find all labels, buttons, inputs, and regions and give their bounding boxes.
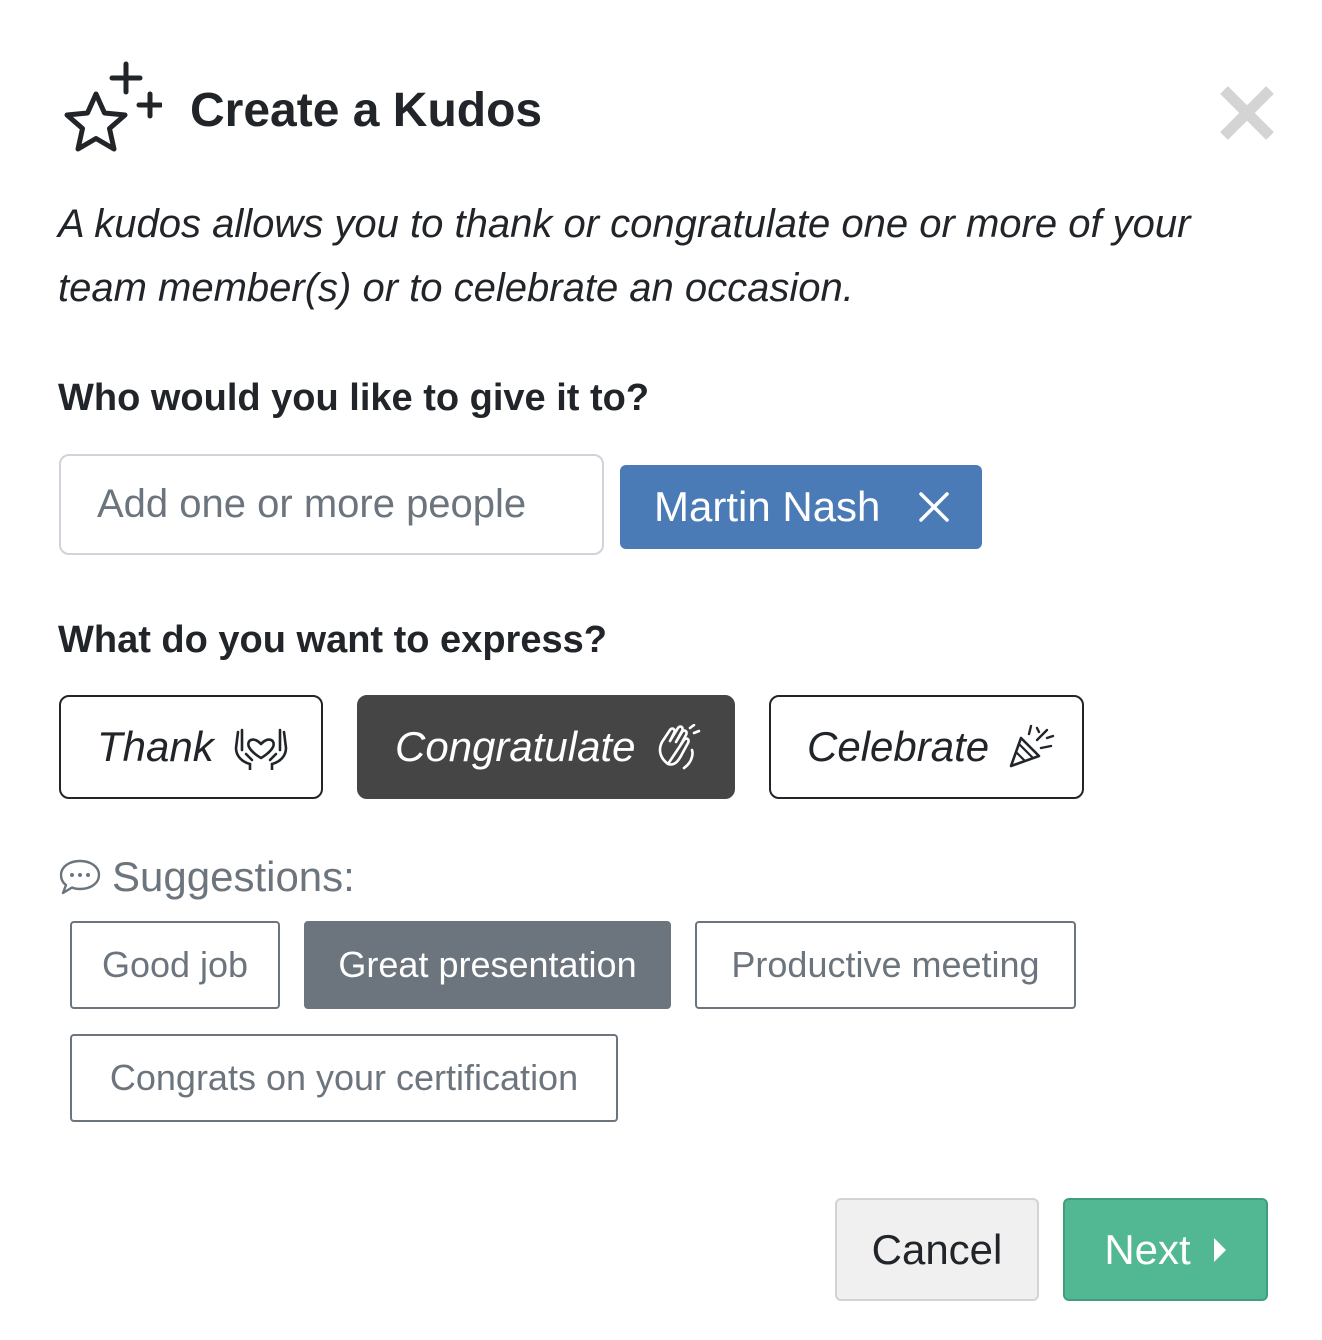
- star-sparkle-icon: [64, 61, 162, 152]
- recipients-label: Who would you like to give it to?: [58, 377, 650, 419]
- close-icon[interactable]: [1216, 82, 1278, 144]
- suggestion-congrats-certification[interactable]: Congrats on your certification: [70, 1034, 618, 1122]
- celebrate-button[interactable]: Celebrate: [769, 695, 1084, 799]
- create-kudos-dialog: Create a Kudos A kudos allows you to tha…: [0, 0, 1322, 1340]
- express-label: What do you want to express?: [58, 619, 607, 661]
- speech-bubble-icon: [59, 859, 101, 895]
- celebrate-label: Celebrate: [807, 723, 990, 770]
- suggestion-label: Productive meeting: [731, 944, 1040, 985]
- dialog-description: A kudos allows you to thank or congratul…: [58, 202, 1191, 310]
- clapping-hands-icon: [658, 724, 700, 770]
- suggestion-good-job[interactable]: Good job: [70, 921, 280, 1009]
- people-search-input[interactable]: [59, 454, 604, 555]
- suggestion-label: Congrats on your certification: [109, 1057, 579, 1098]
- suggestion-productive-meeting[interactable]: Productive meeting: [695, 921, 1076, 1009]
- congratulate-label: Congratulate: [395, 723, 636, 770]
- thank-label: Thank: [97, 723, 214, 770]
- dialog-title: Create a Kudos: [190, 84, 543, 137]
- recipient-name: Martin Nash: [654, 483, 881, 530]
- next-label: Next: [1104, 1225, 1191, 1273]
- next-button[interactable]: Next: [1063, 1198, 1268, 1301]
- suggestions-header: Suggestions:: [58, 852, 355, 902]
- suggestion-label: Good job: [101, 944, 249, 985]
- remove-x-icon[interactable]: [916, 489, 952, 525]
- hands-heart-icon: [234, 728, 288, 770]
- cancel-label: Cancel: [871, 1225, 1003, 1273]
- cancel-button[interactable]: Cancel: [835, 1198, 1039, 1301]
- congratulate-button[interactable]: Congratulate: [357, 695, 735, 799]
- suggestions-label: Suggestions:: [112, 853, 355, 900]
- party-popper-icon: [1009, 724, 1055, 768]
- caret-right-icon: [1213, 1237, 1226, 1262]
- suggestion-great-presentation[interactable]: Great presentation: [304, 921, 671, 1009]
- recipient-chip: Martin Nash: [620, 465, 982, 549]
- thank-button[interactable]: Thank: [59, 695, 323, 799]
- suggestion-label: Great presentation: [338, 944, 637, 985]
